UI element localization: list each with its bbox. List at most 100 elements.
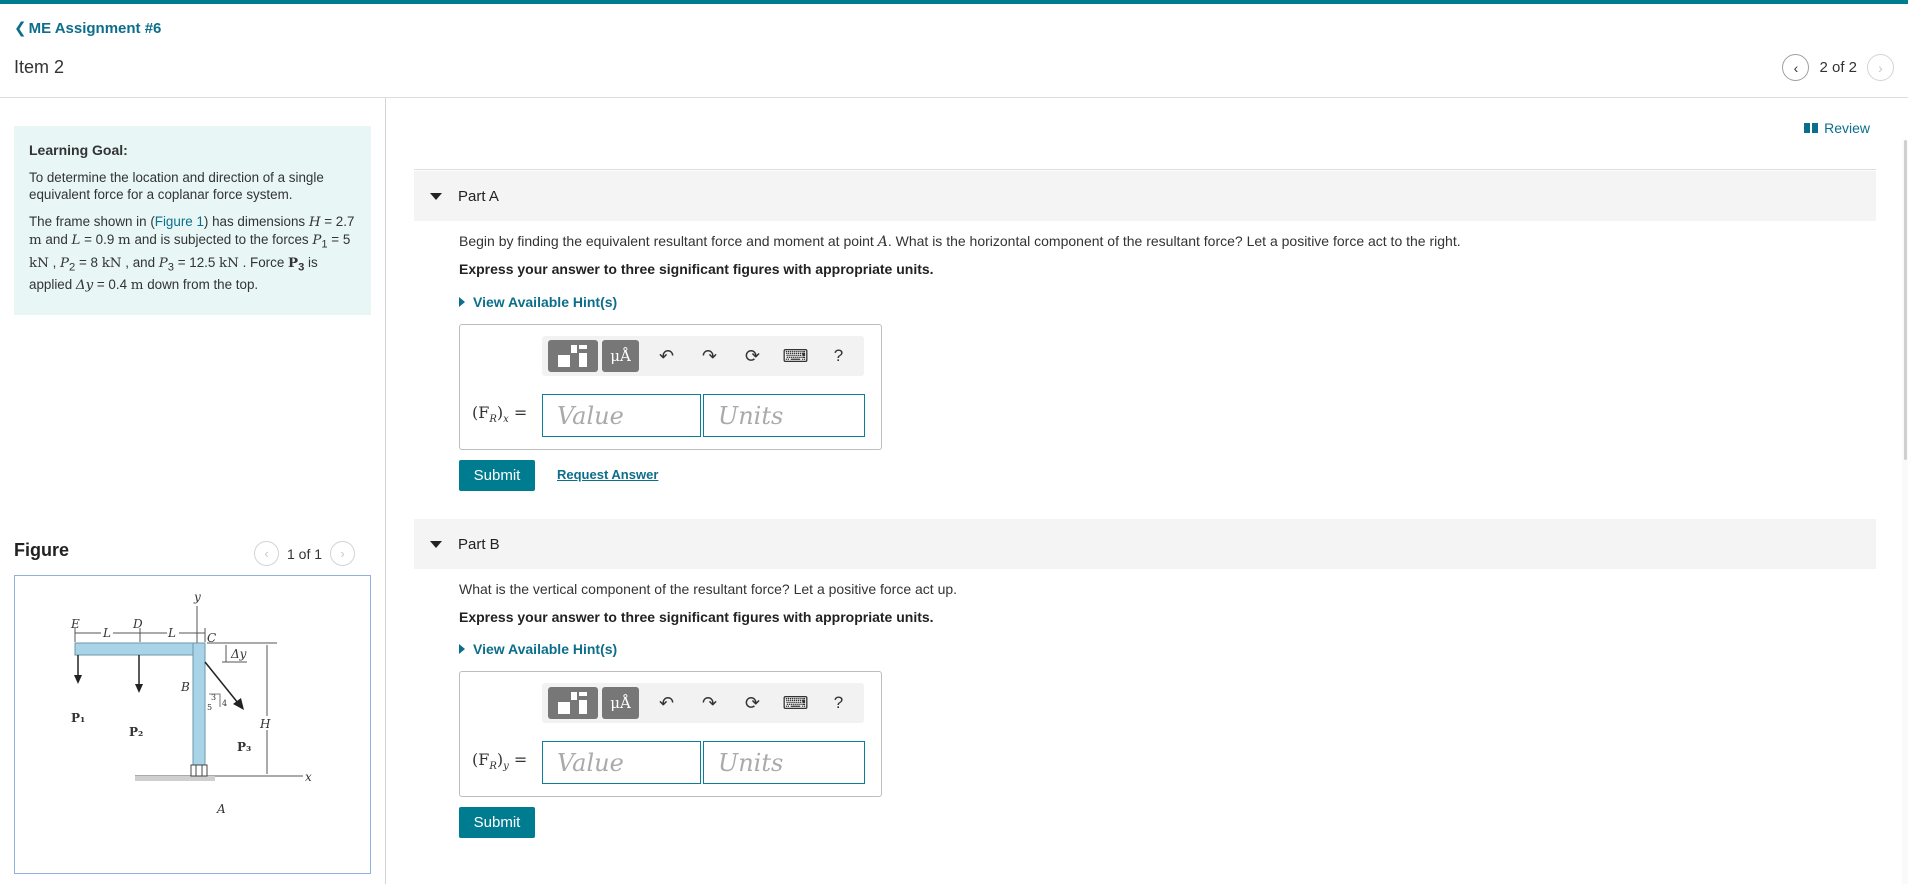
unit-m: m <box>118 233 131 248</box>
content-divider <box>414 169 1876 170</box>
request-answer-link[interactable]: Request Answer <box>557 467 658 482</box>
problem-text: . Force <box>238 254 289 270</box>
help-button[interactable]: ? <box>817 340 860 372</box>
x-axis-label: x <box>305 770 312 784</box>
header-divider <box>0 97 1908 98</box>
templates-button[interactable] <box>548 687 598 719</box>
lhs-text: (F <box>472 750 490 769</box>
force-P3-arrow <box>204 661 239 704</box>
templates-icon <box>579 345 587 349</box>
slope-5-label: 5 <box>207 703 212 712</box>
dim-L1-label: L <box>102 626 111 640</box>
slope-3-label: 3 <box>211 693 216 702</box>
problem-text: and <box>41 232 72 247</box>
book-icon <box>1804 123 1819 133</box>
part-a-hints-toggle[interactable]: View Available Hint(s) <box>459 294 617 310</box>
part-b-label: Part B <box>458 535 500 553</box>
hints-label: View Available Hint(s) <box>473 641 618 657</box>
learning-goal-heading: Learning Goal: <box>29 142 128 158</box>
problem-text: The frame shown in ( <box>29 214 155 229</box>
part-b-instruction: Express your answer to three significant… <box>459 609 934 625</box>
symbol-P3-bold: P <box>288 254 299 271</box>
redo-icon[interactable]: ↷ <box>688 340 731 372</box>
value-input[interactable]: Value <box>542 741 701 784</box>
math-toolbar: μÅ ↶ ↷ ⟳ ⌨ ? <box>542 336 864 376</box>
next-item-button[interactable]: › <box>1867 54 1894 81</box>
part-a-instruction: Express your answer to three significant… <box>459 261 934 277</box>
review-label: Review <box>1824 120 1870 136</box>
symbol-delta-y: Δy <box>75 278 94 294</box>
figure-viewer[interactable]: x y L L E D C B A Δy H P₁ P₂ P₃ 3 4 5 <box>14 575 371 874</box>
force-P1-arrowhead <box>74 675 82 684</box>
answer-variable-label: (FR)y = <box>472 750 527 772</box>
templates-icon <box>558 702 570 714</box>
templates-icon <box>579 700 587 714</box>
top-accent-bar <box>0 0 1908 4</box>
hints-label: View Available Hint(s) <box>473 294 618 310</box>
review-link[interactable]: Review <box>1804 120 1870 136</box>
problem-text: down from the top. <box>143 277 259 293</box>
next-figure-button[interactable]: › <box>330 541 356 566</box>
scrollbar-thumb[interactable] <box>1904 140 1907 460</box>
keyboard-icon[interactable]: ⌨ <box>774 687 817 719</box>
units-input[interactable]: Units <box>703 394 865 437</box>
figure-pager-text: 1 of 1 <box>287 545 323 562</box>
unit-kN: kN <box>29 255 49 271</box>
caret-down-icon <box>430 192 442 200</box>
keyboard-icon[interactable]: ⌨ <box>774 340 817 372</box>
frame-column <box>192 642 206 772</box>
problem-text: , <box>48 254 61 270</box>
unit-kN: kN <box>219 255 239 271</box>
templates-icon <box>571 345 577 353</box>
prev-figure-button[interactable]: ‹ <box>254 541 279 566</box>
dim-H-label: H <box>259 717 271 731</box>
force-P2-arrowhead <box>135 684 143 693</box>
problem-text: ) has dimensions <box>203 214 309 229</box>
reset-icon[interactable]: ⟳ <box>731 687 774 719</box>
dim-L2-label: L <box>167 626 176 640</box>
math-toolbar: μÅ ↶ ↷ ⟳ ⌨ ? <box>542 683 864 723</box>
unit-m: m <box>29 233 42 248</box>
value-input[interactable]: Value <box>542 394 701 437</box>
units-button[interactable]: μÅ <box>602 687 639 719</box>
panel-divider <box>385 98 386 884</box>
unit-m: m <box>130 278 144 294</box>
dim-dy-label: Δy <box>230 647 247 661</box>
figure-pager: ‹ 1 of 1 › <box>254 541 356 566</box>
point-A-label: A <box>216 802 226 816</box>
units-button[interactable]: μÅ <box>602 340 639 372</box>
problem-text: , and <box>121 254 159 270</box>
point-D-label: D <box>132 617 143 631</box>
question-text: . What is the horizontal component of th… <box>887 233 1461 249</box>
undo-icon[interactable]: ↶ <box>645 687 688 719</box>
chevron-left-icon: ‹ <box>1793 59 1799 76</box>
y-axis-label: y <box>193 590 201 604</box>
problem-text: and is subjected to the forces <box>130 232 313 247</box>
lhs-text: (F <box>472 403 490 422</box>
redo-icon[interactable]: ↷ <box>688 687 731 719</box>
part-a-submit-button[interactable]: Submit <box>459 460 535 491</box>
chevron-right-icon: › <box>1878 59 1883 76</box>
problem-text: = 0.4 <box>93 277 131 293</box>
part-a-header[interactable]: Part A <box>414 171 1876 221</box>
reset-icon[interactable]: ⟳ <box>731 340 774 372</box>
chevron-left-icon: ‹ <box>264 546 269 561</box>
force-P2-label: P₂ <box>129 725 143 739</box>
prev-item-button[interactable]: ‹ <box>1782 54 1810 81</box>
part-b-submit-button[interactable]: Submit <box>459 807 535 838</box>
caret-right-icon <box>459 297 465 307</box>
symbol-P1: P <box>312 233 322 248</box>
back-to-assignment-link[interactable]: ❮ ME Assignment #6 <box>14 19 161 37</box>
part-b-hints-toggle[interactable]: View Available Hint(s) <box>459 641 617 657</box>
templates-button[interactable] <box>548 340 598 372</box>
lhs-equals: = <box>508 403 528 422</box>
undo-icon[interactable]: ↶ <box>645 340 688 372</box>
units-input[interactable]: Units <box>703 741 865 784</box>
figure-link[interactable]: Figure 1 <box>155 214 204 229</box>
help-button[interactable]: ? <box>817 687 860 719</box>
templates-icon <box>579 353 587 367</box>
figure-title: Figure <box>14 540 70 560</box>
templates-icon <box>571 692 577 700</box>
part-b-header[interactable]: Part B <box>414 519 1876 569</box>
part-a-question: Begin by finding the equivalent resultan… <box>459 233 1461 250</box>
